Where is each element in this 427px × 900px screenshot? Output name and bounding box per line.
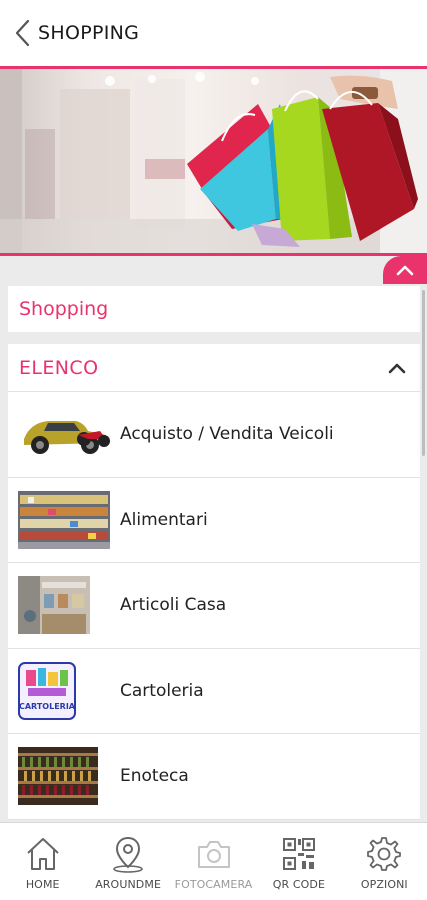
tab-home[interactable]: HOME <box>0 823 85 900</box>
tab-label: AROUNDME <box>95 878 162 891</box>
home-icon <box>27 838 59 870</box>
tab-label: QR CODE <box>272 878 326 891</box>
tab-label: OPZIONI <box>360 878 408 891</box>
collapse-banner-button[interactable] <box>383 256 427 284</box>
list-header[interactable]: ELENCO <box>8 344 420 392</box>
camera-icon <box>197 841 230 868</box>
gear-icon <box>367 837 402 871</box>
list-item[interactable]: Articoli Casa <box>8 563 420 649</box>
location-pin-icon <box>113 836 143 873</box>
section-title: Shopping <box>19 298 109 320</box>
tab-label: FOTOCAMERA <box>174 878 253 891</box>
groceries-thumbnail <box>18 490 110 549</box>
vehicles-thumbnail <box>24 421 110 455</box>
page-title: SHOPPING <box>38 22 140 44</box>
list-item-label: Cartoleria <box>120 680 204 701</box>
shopping-bags-illustration <box>0 69 427 253</box>
thumbnail: CARTOLERIA <box>8 649 120 734</box>
tab-opzioni[interactable]: OPZIONI <box>342 823 427 900</box>
hero-banner <box>0 66 427 256</box>
chevron-left-icon <box>15 19 30 47</box>
scrollbar[interactable] <box>422 290 425 456</box>
list-item[interactable]: Enoteca <box>8 734 420 820</box>
list-item[interactable]: CARTOLERIA Cartoleria <box>8 649 420 734</box>
section-card: Shopping <box>8 286 420 332</box>
tab-fotocamera[interactable]: FOTOCAMERA <box>171 823 256 900</box>
list-title: ELENCO <box>19 356 99 379</box>
chevron-up-icon <box>396 265 414 276</box>
list-item[interactable]: Alimentari <box>8 478 420 563</box>
stationery-thumbnail: CARTOLERIA <box>18 661 76 720</box>
thumbnail <box>8 734 120 819</box>
homewares-thumbnail <box>18 576 90 635</box>
thumbnail <box>8 563 120 648</box>
list-item-label: Alimentari <box>120 509 208 530</box>
tab-label: HOME <box>25 878 60 891</box>
category-list: ELENCO Acquisto / Vendita Veicoli Alimen… <box>8 344 420 820</box>
list-item-label: Enoteca <box>120 766 189 787</box>
qr-code-icon <box>282 838 315 870</box>
list-item[interactable]: Acquisto / Vendita Veicoli <box>8 392 420 478</box>
tab-qr-code[interactable]: QR CODE <box>256 823 341 900</box>
bottom-tab-bar: HOME AROUNDME FOTOCAMERA QR CODE OPZIONI <box>0 822 427 900</box>
tab-aroundme[interactable]: AROUNDME <box>85 823 170 900</box>
top-bar: SHOPPING <box>0 0 427 66</box>
thumbnail <box>8 392 120 477</box>
wine-shop-thumbnail <box>18 747 98 806</box>
list-item-label: Articoli Casa <box>120 595 227 616</box>
chevron-up-icon <box>388 363 406 373</box>
list-item-label: Acquisto / Vendita Veicoli <box>120 424 334 445</box>
thumbnail <box>8 478 120 563</box>
back-button[interactable] <box>8 13 38 53</box>
stationery-logo-text: CARTOLERIA <box>19 702 76 711</box>
